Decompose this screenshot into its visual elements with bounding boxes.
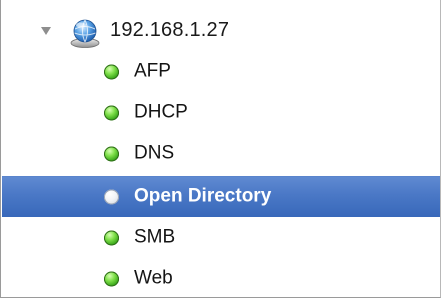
status-running-icon <box>104 230 119 245</box>
status-running-icon <box>104 271 119 286</box>
service-row-dns[interactable]: DNS <box>2 133 440 174</box>
service-row-dhcp[interactable]: DHCP <box>2 92 440 133</box>
server-row[interactable]: 192.168.1.27 <box>2 11 440 51</box>
service-row-afp[interactable]: AFP <box>2 51 440 92</box>
status-running-icon <box>104 64 119 79</box>
status-running-icon <box>104 146 119 161</box>
service-label: SMB <box>134 226 176 248</box>
service-label: Open Directory <box>134 185 272 207</box>
status-idle-icon <box>104 189 119 205</box>
service-label: DHCP <box>134 101 188 123</box>
status-running-icon <box>104 105 119 120</box>
disclosure-triangle-icon[interactable] <box>41 27 51 35</box>
server-services-list: 192.168.1.27 AFP DHCP DNS Open Directory… <box>0 0 441 298</box>
service-label: DNS <box>134 142 175 164</box>
globe-server-icon <box>70 19 100 48</box>
service-label: AFP <box>134 60 171 82</box>
server-name: 192.168.1.27 <box>110 19 230 41</box>
service-label: Web <box>134 267 173 289</box>
service-row-smb[interactable]: SMB <box>2 217 440 258</box>
service-row-open-directory[interactable]: Open Directory <box>2 176 440 217</box>
service-row-web[interactable]: Web <box>2 258 440 299</box>
